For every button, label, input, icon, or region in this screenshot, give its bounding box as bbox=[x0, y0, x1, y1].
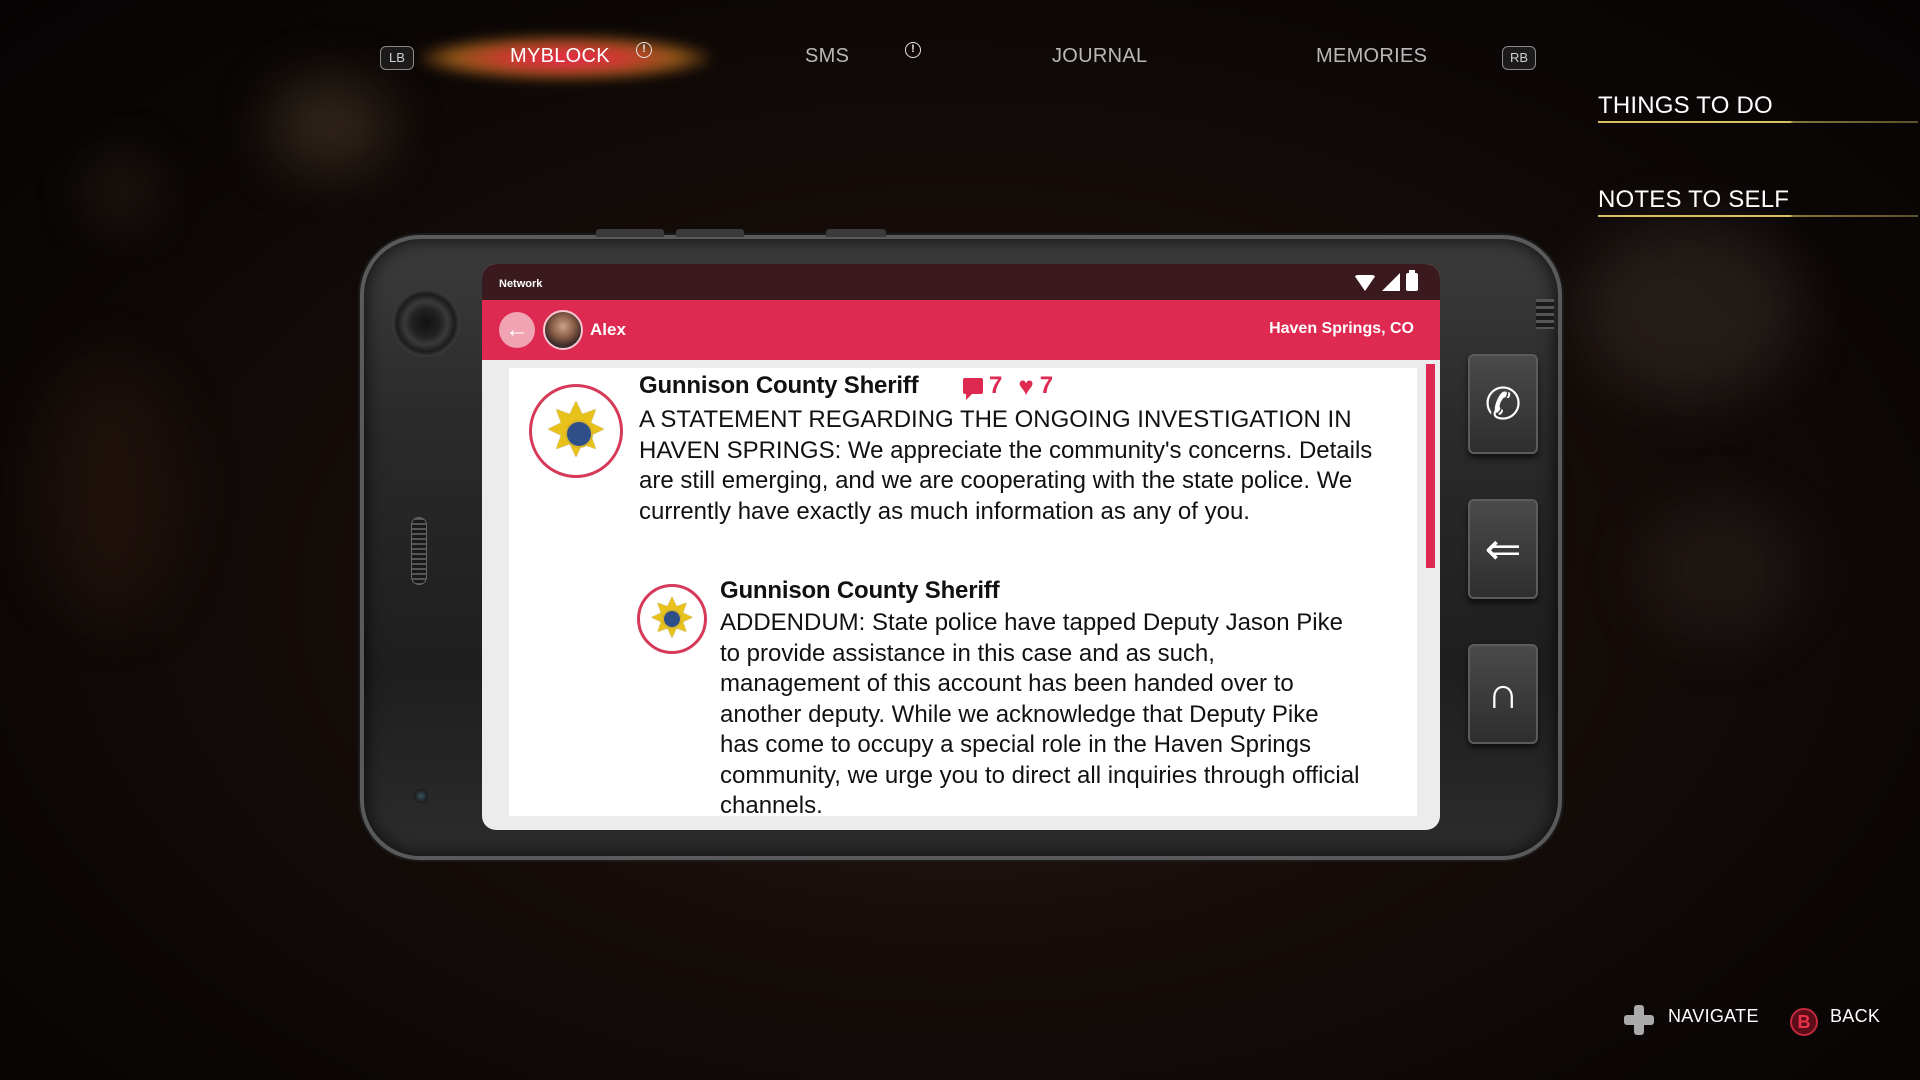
post-reply[interactable]: ✸ Gunnison County Sheriff ADDENDUM: Stat… bbox=[509, 577, 1417, 816]
rb-button[interactable]: RB bbox=[1502, 46, 1536, 70]
things-to-do-underline bbox=[1598, 121, 1918, 123]
battery-icon bbox=[1406, 270, 1418, 291]
feed[interactable]: ✸ Gunnison County Sheriff 7 ♥ 7 A STATEM… bbox=[509, 368, 1417, 816]
like-count: 7 bbox=[1039, 372, 1054, 399]
phone-top-button bbox=[826, 229, 886, 237]
things-to-do[interactable]: THINGS TO DO bbox=[1598, 92, 1773, 120]
phone-device: Network ← Alex Haven Springs, CO ✸ Gunni… bbox=[360, 229, 1562, 860]
right-grill bbox=[1536, 299, 1554, 329]
avatar[interactable] bbox=[543, 310, 583, 350]
location-label: Haven Springs, CO bbox=[1269, 320, 1414, 337]
background-blur bbox=[1580, 220, 1800, 400]
lb-button[interactable]: LB bbox=[380, 46, 414, 70]
phone-top-button bbox=[596, 229, 664, 237]
phone-screen: Network ← Alex Haven Springs, CO ✸ Gunni… bbox=[482, 264, 1440, 830]
status-icons bbox=[1354, 270, 1418, 291]
phone-top-button bbox=[676, 229, 744, 237]
sensor-dot bbox=[414, 789, 428, 803]
speaker-grill bbox=[411, 517, 427, 585]
top-nav: LB MYBLOCK ! SMS ! JOURNAL MEMORIES RB bbox=[380, 38, 1540, 78]
tab-journal[interactable]: JOURNAL bbox=[1052, 45, 1147, 68]
carrier-label: Network bbox=[499, 278, 543, 290]
comment-count: 7 bbox=[989, 372, 1003, 399]
background-blur bbox=[1640, 500, 1800, 640]
app-bar: ← Alex Haven Springs, CO bbox=[482, 300, 1440, 360]
post-stats: 7 ♥ 7 bbox=[963, 372, 1053, 400]
b-button-icon[interactable]: B bbox=[1790, 1008, 1818, 1036]
post-body: A STATEMENT REGARDING THE ONGOING INVEST… bbox=[639, 406, 1373, 525]
comment-icon[interactable] bbox=[963, 378, 983, 400]
post-body: ADDENDUM: State police have tapped Deput… bbox=[720, 609, 1360, 816]
background-blur bbox=[90, 160, 150, 220]
wifi-icon bbox=[1354, 275, 1376, 291]
background-blur bbox=[40, 360, 180, 620]
tab-memories[interactable]: MEMORIES bbox=[1316, 45, 1427, 68]
camera-lens bbox=[392, 289, 460, 357]
sheriff-badge-icon: ✸ bbox=[529, 384, 623, 478]
return-icon[interactable]: ∩ bbox=[1468, 644, 1538, 744]
exit-app-icon[interactable]: ⇐ bbox=[1468, 499, 1538, 599]
status-bar: Network bbox=[482, 264, 1440, 300]
post-author[interactable]: Gunnison County Sheriff bbox=[639, 372, 919, 400]
notes-to-self[interactable]: NOTES TO SELF bbox=[1598, 186, 1789, 214]
info-icon: ! bbox=[905, 42, 921, 58]
background-blur bbox=[270, 80, 390, 170]
notes-to-self-underline bbox=[1598, 215, 1918, 217]
heart-icon[interactable]: ♥ bbox=[1018, 373, 1033, 399]
back-arrow-icon[interactable]: ← bbox=[499, 312, 535, 348]
post-author[interactable]: Gunnison County Sheriff bbox=[720, 577, 1000, 605]
scrollbar[interactable] bbox=[1426, 364, 1435, 568]
tab-myblock[interactable]: MYBLOCK bbox=[510, 45, 610, 68]
phone-call-icon[interactable]: ✆ bbox=[1468, 354, 1538, 454]
back-hint[interactable]: BACK bbox=[1830, 1006, 1880, 1027]
sheriff-badge-icon: ✸ bbox=[637, 584, 707, 654]
navigate-hint: NAVIGATE bbox=[1668, 1006, 1759, 1026]
post[interactable]: ✸ Gunnison County Sheriff 7 ♥ 7 A STATEM… bbox=[509, 368, 1417, 568]
user-name: Alex bbox=[590, 320, 626, 339]
signal-icon bbox=[1382, 273, 1400, 291]
info-icon: ! bbox=[636, 42, 652, 58]
tab-sms[interactable]: SMS bbox=[805, 45, 849, 68]
dpad-icon bbox=[1624, 1005, 1654, 1035]
